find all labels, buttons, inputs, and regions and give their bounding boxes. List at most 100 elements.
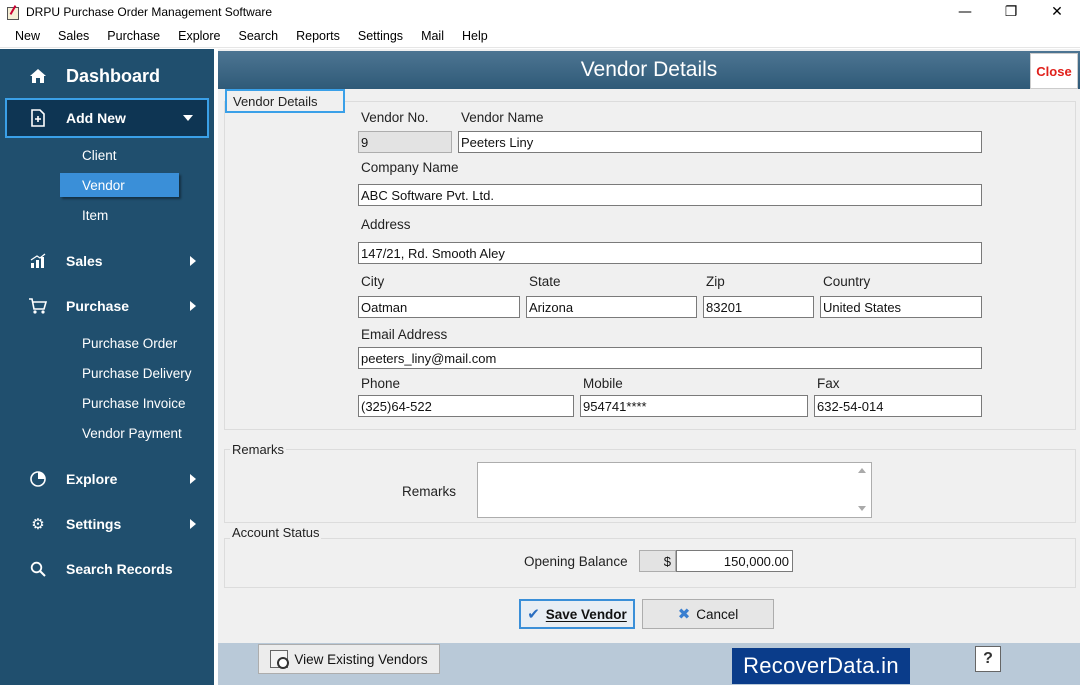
help-button[interactable]: ? (975, 646, 1001, 672)
email-field[interactable]: peeters_liny@mail.com (358, 347, 982, 369)
chevron-right-icon (190, 474, 196, 484)
menu-bar: New Sales Purchase Explore Search Report… (0, 24, 1080, 48)
menu-purchase[interactable]: Purchase (98, 29, 169, 43)
watermark-logo: RecoverData.in (732, 648, 910, 684)
account-status-group-label: Account Status (230, 525, 322, 540)
email-label: Email Address (361, 327, 448, 342)
close-icon: ✖ (677, 605, 691, 623)
view-existing-vendors-label: View Existing Vendors (294, 651, 428, 667)
chevron-right-icon (190, 301, 196, 311)
main-panel: Vendor Details Close Vendor Details Vend… (218, 49, 1080, 685)
scroll-down-icon[interactable] (858, 506, 866, 511)
fax-label: Fax (817, 376, 840, 391)
menu-help[interactable]: Help (453, 29, 497, 43)
close-window-button[interactable]: ✕ (1034, 0, 1080, 24)
window-controls: — ❐ ✕ (942, 0, 1080, 24)
sidebar-item-sales[interactable]: Sales (0, 241, 214, 281)
phone-label: Phone (361, 376, 401, 391)
title-bar: DRPU Purchase Order Management Software … (0, 0, 1080, 24)
company-name-field[interactable]: ABC Software Pvt. Ltd. (358, 184, 982, 206)
cancel-label: Cancel (696, 606, 739, 622)
app-icon (6, 5, 20, 20)
sidebar-item-purchase[interactable]: Purchase (0, 286, 214, 326)
sidebar-subitem-item[interactable]: Item (82, 203, 108, 227)
sidebar-subitem-purchase-order[interactable]: Purchase Order (82, 331, 177, 355)
search-icon (28, 560, 48, 578)
sidebar-item-dashboard[interactable]: Dashboard (0, 56, 214, 96)
menu-explore[interactable]: Explore (169, 29, 229, 43)
sidebar-label-purchase: Purchase (66, 298, 130, 314)
remarks-label: Remarks (402, 484, 457, 499)
zip-field[interactable]: 83201 (703, 296, 814, 318)
country-label: Country (823, 274, 871, 289)
page-title: Vendor Details (580, 58, 718, 81)
page-header: Vendor Details Close (218, 51, 1080, 89)
opening-balance-label: Opening Balance (524, 554, 628, 569)
sidebar-label-add-new: Add New (66, 110, 126, 126)
menu-mail[interactable]: Mail (412, 29, 453, 43)
document-search-icon (270, 650, 290, 669)
country-field[interactable]: United States (820, 296, 982, 318)
sidebar-label-explore: Explore (66, 471, 118, 487)
remarks-textarea[interactable] (477, 462, 872, 518)
vendor-name-label: Vendor Name (461, 110, 544, 125)
home-icon (28, 67, 48, 85)
chevron-right-icon (190, 256, 196, 266)
check-icon: ✔ (527, 605, 540, 623)
remarks-group-label: Remarks (230, 442, 287, 457)
mobile-field[interactable]: 954741**** (580, 395, 808, 417)
currency-symbol: $ (639, 550, 676, 572)
city-field[interactable]: Oatman (358, 296, 520, 318)
sidebar-subitem-client[interactable]: Client (82, 143, 117, 167)
cancel-button[interactable]: ✖ Cancel (642, 599, 774, 629)
sidebar-subitem-vendor-payment[interactable]: Vendor Payment (82, 421, 182, 445)
sidebar-item-settings[interactable]: ⚙ Settings (0, 504, 214, 544)
window-title: DRPU Purchase Order Management Software (26, 5, 273, 19)
sidebar-label-dashboard: Dashboard (66, 65, 161, 86)
vendor-no-field: 9 (358, 131, 452, 153)
menu-new[interactable]: New (0, 29, 49, 43)
save-vendor-button[interactable]: ✔ Save Vendor (519, 599, 635, 629)
sidebar-item-search-records[interactable]: Search Records (0, 549, 214, 589)
sidebar-label-search-records: Search Records (66, 561, 173, 577)
mobile-label: Mobile (583, 376, 623, 391)
chevron-down-icon (183, 115, 193, 121)
zip-label: Zip (706, 274, 725, 289)
pie-chart-icon (28, 470, 48, 488)
opening-balance-field[interactable]: 150,000.00 (676, 550, 793, 572)
scroll-up-icon[interactable] (858, 468, 866, 473)
sidebar-subitem-purchase-invoice[interactable]: Purchase Invoice (82, 391, 186, 415)
menu-reports[interactable]: Reports (287, 29, 349, 43)
sidebar-item-explore[interactable]: Explore (0, 459, 214, 499)
close-button[interactable]: Close (1030, 53, 1078, 89)
state-field[interactable]: Arizona (526, 296, 697, 318)
city-label: City (361, 274, 385, 289)
maximize-button[interactable]: ❐ (988, 0, 1034, 24)
view-existing-vendors-button[interactable]: View Existing Vendors (258, 644, 440, 674)
menu-sales[interactable]: Sales (49, 29, 98, 43)
sidebar-label-settings: Settings (66, 516, 122, 532)
vendor-no-label: Vendor No. (361, 110, 429, 125)
chevron-right-icon (190, 519, 196, 529)
sidebar-subitem-vendor[interactable]: Vendor (60, 173, 179, 197)
bar-chart-icon (28, 252, 48, 270)
sidebar-item-add-new[interactable]: Add New (5, 98, 209, 138)
address-label: Address (361, 217, 411, 232)
cart-icon (28, 297, 48, 315)
phone-field[interactable]: (325)64-522 (358, 395, 574, 417)
vendor-details-group-label: Vendor Details (225, 89, 345, 113)
minimize-button[interactable]: — (942, 0, 988, 24)
add-document-icon (28, 109, 48, 127)
sidebar-subitem-purchase-delivery[interactable]: Purchase Delivery (82, 361, 192, 385)
fax-field[interactable]: 632-54-014 (814, 395, 982, 417)
sidebar: Dashboard Add New Client Vendor Item Sal… (0, 49, 214, 685)
menu-search[interactable]: Search (230, 29, 288, 43)
save-vendor-label: Save Vendor (545, 606, 627, 622)
menu-settings[interactable]: Settings (349, 29, 412, 43)
state-label: State (529, 274, 561, 289)
vendor-name-field[interactable]: Peeters Liny (458, 131, 982, 153)
sidebar-label-sales: Sales (66, 253, 103, 269)
gear-icon: ⚙ (31, 515, 45, 533)
company-name-label: Company Name (361, 160, 459, 175)
address-field[interactable]: 147/21, Rd. Smooth Aley (358, 242, 982, 264)
